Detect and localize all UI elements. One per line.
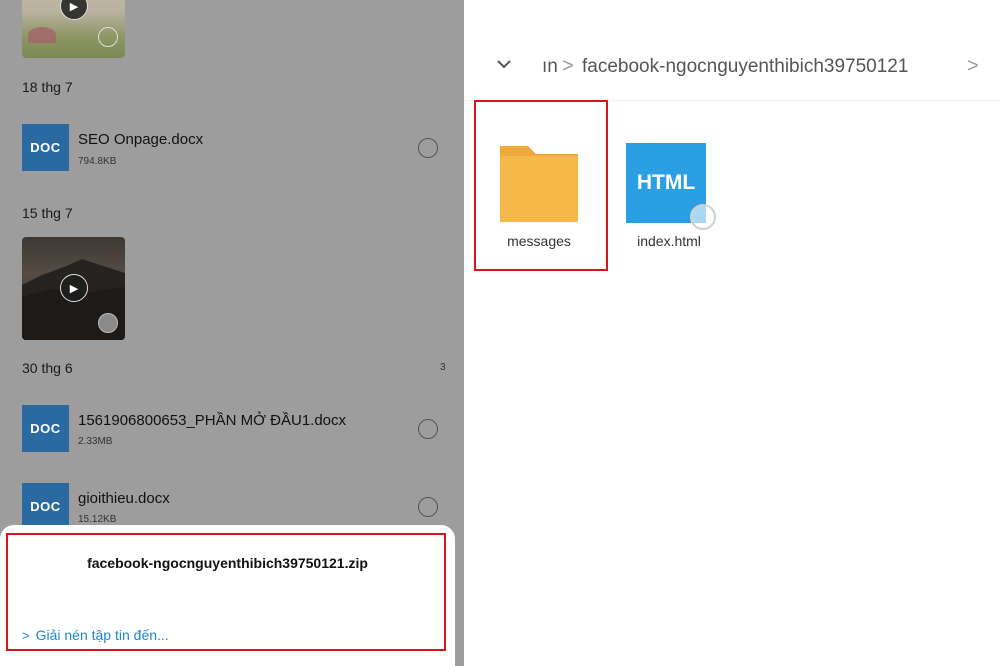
- date-header: 15 thg 7: [22, 205, 73, 221]
- highlight-box: [474, 100, 608, 271]
- file-size: 2.33MB: [78, 436, 113, 447]
- breadcrumb-current[interactable]: facebook-ngocnguyenthibich39750121: [582, 56, 908, 78]
- date-header: 30 thg 6: [22, 360, 73, 376]
- video-thumbnail[interactable]: ▶: [22, 237, 125, 340]
- archive-browser-pane: ın > facebook-ngocnguyenthibich39750121 …: [464, 0, 1000, 666]
- select-circle[interactable]: [98, 313, 118, 333]
- chevron-right-icon: >: [967, 55, 979, 77]
- file-name[interactable]: gioithieu.docx: [78, 490, 170, 507]
- file-label: index.html: [637, 233, 701, 249]
- select-radio[interactable]: [418, 138, 438, 158]
- select-radio[interactable]: [690, 204, 716, 230]
- select-radio[interactable]: [418, 419, 438, 439]
- date-header: 18 thg 7: [22, 79, 73, 95]
- file-name[interactable]: SEO Onpage.docx: [78, 131, 203, 148]
- file-size: 15.12KB: [78, 514, 117, 525]
- breadcrumb-prev[interactable]: ın: [542, 56, 558, 78]
- play-icon: ▶: [60, 0, 88, 20]
- select-circle[interactable]: [98, 27, 118, 47]
- doc-icon: DOC: [22, 124, 69, 171]
- chevron-down-icon[interactable]: [496, 56, 512, 77]
- play-icon: ▶: [60, 274, 88, 302]
- doc-icon: DOC: [22, 405, 69, 452]
- chevron-right-icon: >: [562, 55, 574, 77]
- recent-files-pane: ▶ 18 thg 7 DOC SEO Onpage.docx 794.8KB 1…: [0, 0, 464, 666]
- file-name[interactable]: 1561906800653_PHẦN MỞ ĐẦU1.docx: [78, 412, 346, 429]
- video-thumbnail-top[interactable]: ▶: [22, 0, 125, 58]
- doc-icon: DOC: [22, 483, 69, 530]
- breadcrumb: ın > facebook-ngocnguyenthibich39750121 …: [464, 0, 1000, 101]
- group-count: 3: [440, 362, 446, 373]
- select-radio[interactable]: [418, 497, 438, 517]
- file-size: 794.8KB: [78, 156, 117, 167]
- highlight-box: [6, 533, 446, 651]
